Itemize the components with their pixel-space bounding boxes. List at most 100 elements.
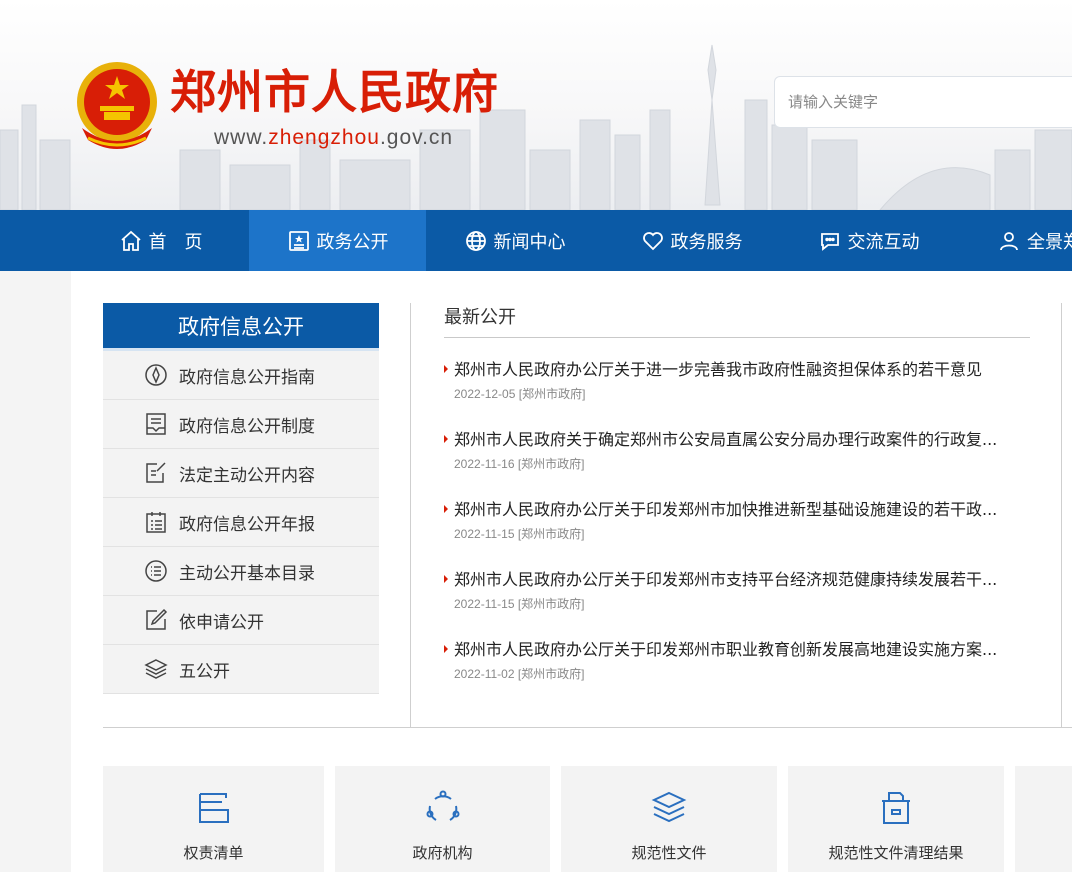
news-date: 2022-11-16 [454,457,515,471]
org-cycle-icon [426,790,459,821]
news-link[interactable]: 郑州市人民政府办公厅关于印发郑州市加快推进新型基础设施建设的若干政... [454,498,1030,522]
stack-icon [651,791,687,823]
sidebar-item-annual-report[interactable]: 政府信息公开年报 [103,498,379,547]
tile-partial[interactable] [1015,766,1072,872]
news-source: [郑州市政府] [518,387,586,401]
main-navigation: 首 页 政务公开 新闻中心 政务服务 交流互动 全景郑 [0,210,1072,271]
site-title[interactable]: 郑州市人民政府 [170,62,499,122]
tile-label: 规范性文件 [631,844,707,862]
tile-normative-documents[interactable]: 规范性文件 [561,766,777,872]
nav-item-government-affairs[interactable]: 政务公开 [249,210,426,271]
list-icon [145,560,167,582]
news-item: 郑州市人民政府关于确定郑州市公安局直属公安分局办理行政案件的行政复... 202… [444,428,1030,478]
bullet-arrow-icon [444,645,448,653]
sidebar-item-on-request[interactable]: 依申请公开 [103,596,379,645]
news-link[interactable]: 郑州市人民政府办公厅关于印发郑州市职业教育创新发展高地建设实施方案... [454,638,1030,662]
search-input[interactable] [775,77,1055,127]
checklist-icon [198,793,229,823]
tile-label: 政府机构 [412,844,473,862]
compass-icon [145,364,167,386]
nav-item-panorama[interactable]: 全景郑 [957,210,1072,271]
heart-icon [642,231,663,250]
tile-label: 规范性文件清理结果 [828,844,964,862]
divider [1061,303,1062,727]
report-icon [146,512,166,533]
tile-label: 权责清单 [183,844,244,862]
news-date: 2022-11-15 [454,597,515,611]
inbox-icon [146,413,166,435]
nav-item-interaction[interactable]: 交流互动 [780,210,957,271]
news-date: 2022-12-05 [454,387,516,401]
sidebar-item-label: 五公开 [179,661,230,682]
news-item: 郑州市人民政府办公厅关于进一步完善我市政府性融资担保体系的若干意见 2022-1… [444,358,1030,408]
info-disclosure-sidebar: 政府信息公开 政府信息公开指南 政府信息公开制度 法定主动公开内容 政府信息公开… [103,303,379,694]
sidebar-item-label: 政府信息公开年报 [179,514,315,535]
globe-icon [465,230,486,251]
news-meta: 2022-12-05 [郑州市政府] [454,384,1030,404]
edit-icon [146,462,166,483]
user-icon [1000,231,1018,250]
tile-government-agencies[interactable]: 政府机构 [335,766,550,872]
home-icon [120,230,141,251]
bullet-arrow-icon [444,435,448,443]
bullet-arrow-icon [444,575,448,583]
bullet-arrow-icon [444,505,448,513]
latest-disclosures: 最新公开 郑州市人民政府办公厅关于进一步完善我市政府性融资担保体系的若干意见 2… [444,303,1030,688]
sidebar-item-system[interactable]: 政府信息公开制度 [103,400,379,449]
sidebar-item-basic-catalog[interactable]: 主动公开基本目录 [103,547,379,596]
nav-label: 政务公开 [316,231,389,253]
news-item: 郑州市人民政府办公厅关于印发郑州市职业教育创新发展高地建设实施方案... 202… [444,638,1030,688]
nav-label: 政务服务 [670,231,743,253]
sidebar-item-guide[interactable]: 政府信息公开指南 [103,351,379,400]
latest-disclosures-title: 最新公开 [444,303,1030,338]
news-link[interactable]: 郑州市人民政府关于确定郑州市公安局直属公安分局办理行政案件的行政复... [454,428,1030,452]
site-url-suffix: .gov.cn [379,126,454,149]
nav-label: 首 页 [148,231,203,253]
site-header: 郑州市人民政府 www.zhengzhou.gov.cn [0,0,1072,210]
tile-responsibility-list[interactable]: 权责清单 [103,766,324,872]
divider [103,727,1072,728]
news-date: 2022-11-15 [454,527,515,541]
sidebar-item-label: 法定主动公开内容 [179,465,315,486]
site-url-highlight: zhengzhou [268,126,380,149]
sidebar-item-label: 主动公开基本目录 [179,563,315,584]
divider [410,303,411,727]
sidebar-item-label: 依申请公开 [179,612,264,633]
news-source: [郑州市政府] [517,667,585,681]
sidebar-item-statutory-content[interactable]: 法定主动公开内容 [103,449,379,498]
nav-label: 交流互动 [847,231,920,253]
bullet-arrow-icon [444,365,448,373]
chat-icon [820,232,839,251]
site-url[interactable]: www.zhengzhou.gov.cn [214,126,453,150]
news-meta: 2022-11-02 [郑州市政府] [454,664,1030,684]
news-meta: 2022-11-15 [郑州市政府] [454,524,1030,544]
nav-label: 全景郑 [1027,231,1072,253]
news-source: [郑州市政府] [517,457,585,471]
main-content: 政府信息公开 政府信息公开指南 政府信息公开制度 法定主动公开内容 政府信息公开… [71,271,1072,872]
sidebar-item-label: 政府信息公开指南 [179,367,315,388]
site-url-prefix: www. [214,126,269,149]
layers-icon [144,659,168,679]
news-source: [郑州市政府] [517,527,585,541]
news-date: 2022-11-02 [454,667,515,681]
news-link[interactable]: 郑州市人民政府办公厅关于进一步完善我市政府性融资担保体系的若干意见 [454,358,1030,382]
news-item: 郑州市人民政府办公厅关于印发郑州市支持平台经济规范健康持续发展若干... 202… [444,568,1030,618]
nav-item-government-services[interactable]: 政务服务 [603,210,780,271]
sidebar-title: 政府信息公开 [103,303,379,351]
nav-item-news-center[interactable]: 新闻中心 [426,210,603,271]
tile-document-cleanup-results[interactable]: 规范性文件清理结果 [788,766,1004,872]
document-icon [288,230,309,251]
news-source: [郑州市政府] [517,597,585,611]
archive-icon [882,792,910,824]
news-meta: 2022-11-16 [郑州市政府] [454,454,1030,474]
pen-icon [146,608,168,630]
news-link[interactable]: 郑州市人民政府办公厅关于印发郑州市支持平台经济规范健康持续发展若干... [454,568,1030,592]
sidebar-item-five-disclosures[interactable]: 五公开 [103,645,379,694]
sidebar-item-label: 政府信息公开制度 [179,416,315,437]
search-box [774,76,1072,128]
nav-item-home[interactable]: 首 页 [72,210,249,271]
national-emblem-logo [77,62,157,149]
news-item: 郑州市人民政府办公厅关于印发郑州市加快推进新型基础设施建设的若干政... 202… [444,498,1030,548]
news-meta: 2022-11-15 [郑州市政府] [454,594,1030,614]
nav-label: 新闻中心 [493,231,566,253]
